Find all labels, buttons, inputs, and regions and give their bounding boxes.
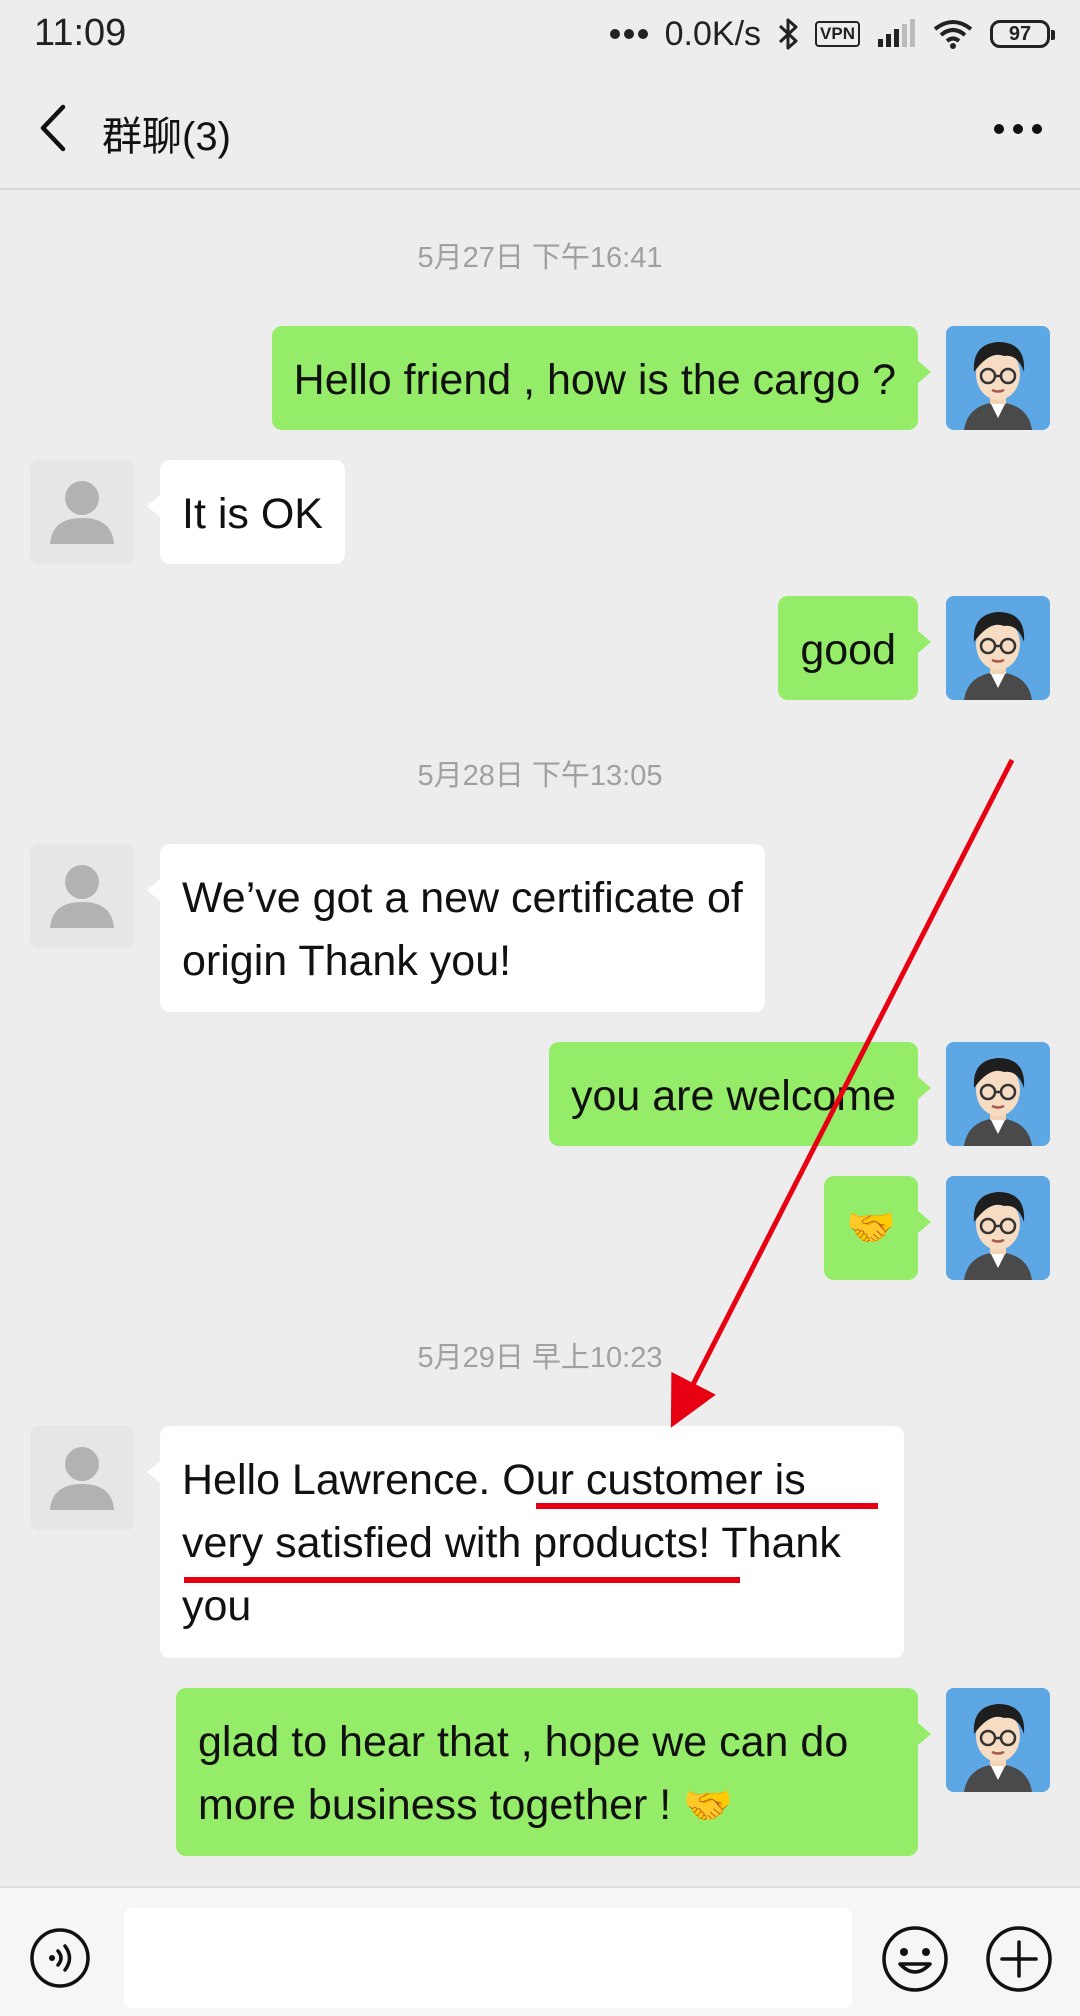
message-line: origin Thank you!	[182, 937, 512, 985]
avatar-self[interactable]	[946, 326, 1050, 430]
default-avatar-icon	[50, 1447, 114, 1510]
battery-icon: 97	[990, 20, 1055, 48]
status-icons: 0.0K/s VPN 97	[609, 10, 1055, 58]
emoji-button[interactable]	[880, 1924, 950, 1994]
signal-icon	[876, 19, 916, 49]
more-horizontal-icon	[994, 124, 1042, 134]
message-line: more business together ! 🤝	[198, 1774, 896, 1838]
message-bubble-self[interactable]: you are welcome	[548, 1042, 932, 1146]
page-title: 群聊(3)	[102, 115, 231, 159]
message-line: very satisfied with products! Thank	[182, 1519, 841, 1567]
avatar-self[interactable]	[946, 1042, 1050, 1146]
avatar-self[interactable]	[946, 596, 1050, 700]
more-functions-button[interactable]	[984, 1924, 1054, 1994]
message-bubble-self[interactable]: 🤝	[824, 1176, 931, 1280]
timestamp: 5月29日 早上10:23	[417, 1342, 663, 1374]
default-avatar-icon	[50, 481, 114, 544]
message-bubble-other[interactable]: We’ve got a new certificate of origin Th…	[147, 844, 765, 1012]
avatar-self[interactable]	[946, 1688, 1050, 1792]
timestamp: 5月28日 下午13:05	[417, 760, 663, 792]
chevron-left-icon	[40, 104, 66, 152]
status-bar: 11:09 0.0K/s VPN 97	[0, 0, 1080, 68]
message-input[interactable]	[124, 1908, 852, 2008]
bluetooth-icon	[777, 17, 799, 51]
chat-area[interactable]: 5月27日 下午16:41 Hello friend , how is the …	[0, 190, 1080, 1886]
timestamp: 5月27日 下午16:41	[417, 242, 663, 274]
user-avatar-icon	[946, 1176, 1050, 1280]
vpn-icon: VPN	[815, 21, 860, 47]
avatar-other[interactable]	[30, 460, 134, 564]
handshake-emoji: 🤝	[683, 1783, 734, 1829]
input-bar	[0, 1886, 1080, 2016]
chat-header: 群聊(3)	[0, 68, 1080, 190]
message-text: more business together !	[198, 1781, 672, 1829]
back-button[interactable]	[28, 98, 76, 158]
user-avatar-icon	[946, 1042, 1050, 1146]
more-dots-icon	[609, 28, 649, 40]
message-bubble-self[interactable]: good	[778, 596, 931, 700]
avatar-other[interactable]	[30, 844, 134, 948]
plus-icon	[986, 1926, 1052, 1992]
wifi-icon	[932, 18, 974, 50]
message-bubble-other[interactable]: Hello Lawrence. Our customer is very sat…	[147, 1426, 904, 1658]
user-avatar-icon	[946, 326, 1050, 430]
avatar-other[interactable]	[30, 1426, 134, 1530]
emoji-icon	[882, 1926, 948, 1992]
more-options-button[interactable]	[986, 104, 1050, 154]
status-time: 11:09	[34, 12, 127, 54]
message-line: We’ve got a new certificate of	[182, 874, 743, 922]
message-line: glad to hear that , hope we can do	[198, 1718, 849, 1766]
avatar-self[interactable]	[946, 1176, 1050, 1280]
user-avatar-icon	[946, 596, 1050, 700]
voice-button[interactable]	[28, 1926, 92, 1990]
message-line: you	[182, 1582, 252, 1630]
user-avatar-icon	[946, 1688, 1050, 1792]
message-bubble-other[interactable]: It is OK	[147, 460, 345, 564]
message-bubble-self[interactable]: glad to hear that , hope we can do more …	[176, 1688, 931, 1856]
voice-icon	[30, 1928, 90, 1988]
message-line: Hello Lawrence. Our customer is	[182, 1456, 806, 1504]
network-speed: 0.0K/s	[664, 14, 762, 53]
message-bubble-self[interactable]: Hello friend , how is the cargo ?	[271, 326, 932, 430]
default-avatar-icon	[50, 865, 114, 928]
